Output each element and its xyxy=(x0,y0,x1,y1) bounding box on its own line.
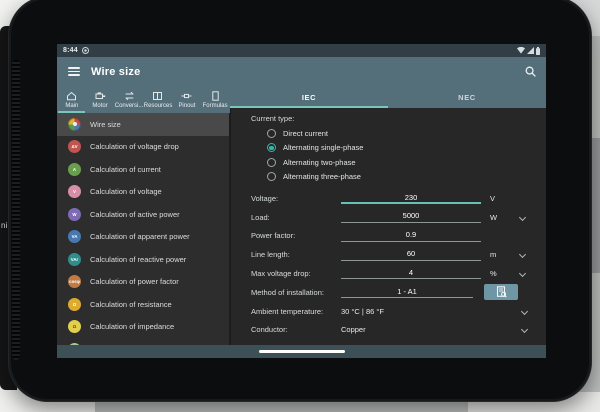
field-power-factor: Power factor: 0.9 xyxy=(231,227,546,246)
method-of-installation-input[interactable]: 1 - A1 xyxy=(341,287,473,299)
tablet-screen: 8:44 Wire size Main Motor xyxy=(57,44,546,358)
radio-icon[interactable] xyxy=(267,172,276,181)
load-input[interactable]: 5000 xyxy=(341,211,481,223)
power-factor-icon: cosφ xyxy=(68,275,81,288)
app-title: Wire size xyxy=(91,66,140,78)
calculator-list: Wire size ΔV Calculation of voltage drop… xyxy=(57,113,230,345)
tab-label: Pinout xyxy=(178,102,195,109)
tab-label: Conversi... xyxy=(115,102,144,109)
radio-direct-current[interactable]: Direct current xyxy=(231,126,546,141)
chevron-down-icon[interactable] xyxy=(519,270,526,277)
android-navigation-bar xyxy=(57,345,546,358)
list-item-apparent-power[interactable]: VA Calculation of apparent power xyxy=(57,226,229,249)
reactive-power-icon: VAr xyxy=(68,253,81,266)
chevron-down-icon[interactable] xyxy=(519,251,526,258)
voltage-unit: V xyxy=(490,194,512,203)
list-item-power-factor[interactable]: cosφ Calculation of power factor xyxy=(57,271,229,294)
list-item-wire-size[interactable]: Wire size xyxy=(57,113,229,136)
tab-motor[interactable]: Motor xyxy=(86,86,115,113)
hamburger-menu-icon[interactable] xyxy=(68,65,80,78)
field-voltage: Voltage: 230 V xyxy=(231,189,546,208)
list-item-voltage[interactable]: V Calculation of voltage xyxy=(57,181,229,204)
resistance-icon: Ω xyxy=(68,298,81,311)
search-icon[interactable] xyxy=(525,66,536,77)
connector-icon xyxy=(181,91,192,101)
max-voltage-drop-input[interactable]: 4 xyxy=(341,268,481,280)
radio-icon[interactable] xyxy=(267,129,276,138)
radio-alternating-two-phase[interactable]: Alternating two-phase xyxy=(231,155,546,170)
chevron-down-icon[interactable] xyxy=(519,214,526,221)
list-item-impedance[interactable]: Ω Calculation of impedance xyxy=(57,316,229,339)
line-length-unit[interactable]: m xyxy=(490,250,512,259)
background-side-text: ni xyxy=(1,221,7,230)
current-type-label: Current type: xyxy=(231,108,546,126)
status-time: 8:44 xyxy=(63,47,78,54)
gesture-pill[interactable] xyxy=(259,350,345,353)
impedance-icon: Ω xyxy=(68,320,81,333)
voltage-icon: V xyxy=(68,185,81,198)
status-bar: 8:44 xyxy=(57,44,546,57)
field-load: Load: 5000 W xyxy=(231,208,546,227)
line-length-input[interactable]: 60 xyxy=(341,249,481,261)
list-item-current[interactable]: A Calculation of current xyxy=(57,158,229,181)
tab-iec[interactable]: IEC xyxy=(230,86,388,108)
list-item-max-wire-length[interactable]: Maximum wire length xyxy=(57,338,229,345)
standard-tab-bar: IEC NEC xyxy=(230,86,546,108)
tab-nec[interactable]: NEC xyxy=(388,86,546,108)
module-tab-bar: Main Motor Conversi... Resources Pinout … xyxy=(57,86,230,113)
home-icon xyxy=(66,91,77,101)
voltage-drop-icon: ΔV xyxy=(68,140,81,153)
max-voltage-drop-unit[interactable]: % xyxy=(490,269,512,278)
ambient-temperature-value: 30 °C | 86 °F xyxy=(341,307,481,316)
radio-alternating-three-phase[interactable]: Alternating three-phase xyxy=(231,170,546,185)
chevron-down-icon xyxy=(521,308,528,315)
table-search-icon xyxy=(496,286,507,298)
list-item-voltage-drop[interactable]: ΔV Calculation of voltage drop xyxy=(57,136,229,159)
conversion-icon xyxy=(124,91,135,101)
battery-icon xyxy=(536,47,540,55)
field-line-length: Line length: 60 m xyxy=(231,245,546,264)
tab-pinout[interactable]: Pinout xyxy=(172,86,201,113)
power-factor-input[interactable]: 0.9 xyxy=(341,230,481,242)
tab-main[interactable]: Main xyxy=(57,86,86,113)
wifi-icon xyxy=(517,47,525,54)
tab-label: Formulas xyxy=(203,102,228,109)
motor-icon xyxy=(95,91,106,101)
wire-size-form: Current type: Direct current Alternating… xyxy=(230,108,546,345)
voltage-input[interactable]: 230 xyxy=(341,193,481,205)
conductor-value: Copper xyxy=(341,325,481,334)
radio-icon[interactable] xyxy=(267,143,276,152)
tab-label: Resources xyxy=(144,102,173,109)
apparent-power-icon: VA xyxy=(68,230,81,243)
list-item-active-power[interactable]: W Calculation of active power xyxy=(57,203,229,226)
document-icon xyxy=(210,91,221,101)
load-unit[interactable]: W xyxy=(490,213,512,222)
notification-icon xyxy=(82,47,89,54)
list-item-reactive-power[interactable]: VAr Calculation of reactive power xyxy=(57,248,229,271)
field-max-voltage-drop: Max voltage drop: 4 % xyxy=(231,264,546,283)
cellular-signal-icon xyxy=(527,47,534,54)
tab-formulas[interactable]: Formulas xyxy=(201,86,230,113)
field-method-of-installation: Method of installation: 1 - A1 xyxy=(231,283,546,302)
tab-label: Main xyxy=(65,102,78,109)
picker-ambient-temperature[interactable]: Ambient temperature: 30 °C | 86 °F xyxy=(231,302,546,321)
picker-conductor[interactable]: Conductor: Copper xyxy=(231,321,546,340)
radio-icon[interactable] xyxy=(267,158,276,167)
list-item-resistance[interactable]: Ω Calculation of resistance xyxy=(57,293,229,316)
tab-resources[interactable]: Resources xyxy=(143,86,172,113)
radio-alternating-single-phase[interactable]: Alternating single-phase xyxy=(231,141,546,156)
tab-label: Motor xyxy=(93,102,108,109)
app-toolbar: Wire size xyxy=(57,57,546,86)
chevron-down-icon xyxy=(521,326,528,333)
tab-conversion[interactable]: Conversi... xyxy=(115,86,144,113)
color-wheel-icon xyxy=(68,118,81,131)
tablet-side-ribs xyxy=(12,60,20,360)
book-icon xyxy=(152,91,163,101)
active-power-icon: W xyxy=(68,208,81,221)
method-table-button[interactable] xyxy=(484,284,518,300)
current-icon: A xyxy=(68,163,81,176)
